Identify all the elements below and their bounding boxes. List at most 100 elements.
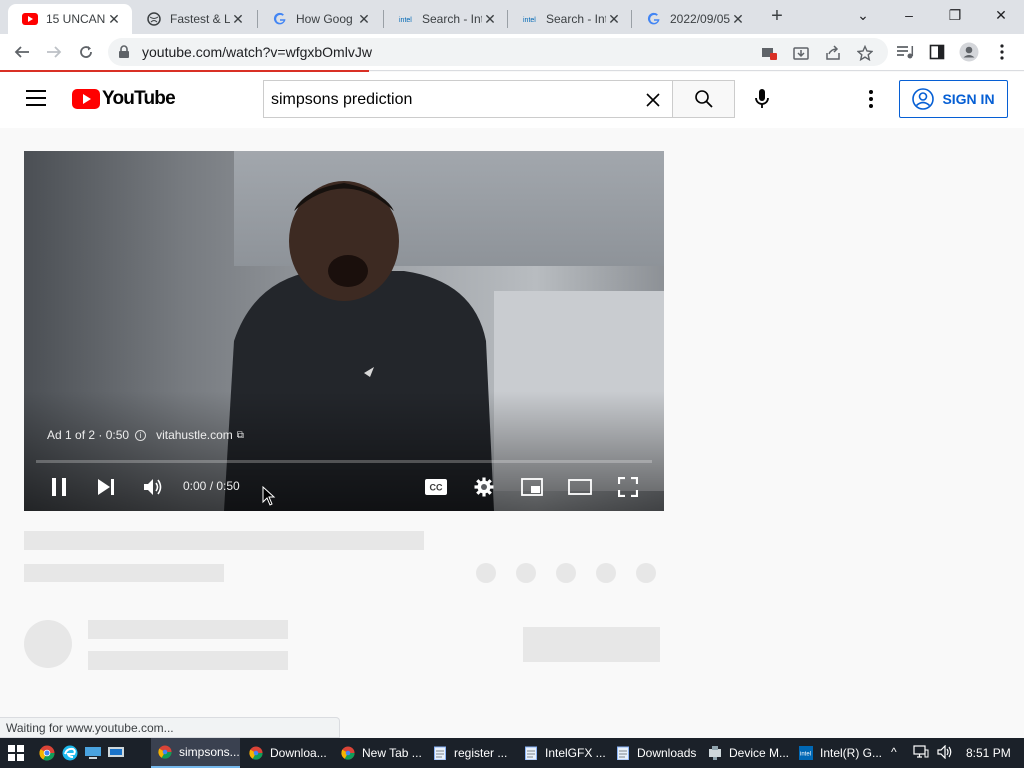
- network-icon[interactable]: [913, 745, 929, 762]
- taskbar-item-device-manager[interactable]: Device M...: [701, 738, 790, 768]
- search-input[interactable]: simpsons prediction: [263, 80, 672, 118]
- youtube-logo[interactable]: YouTube: [72, 88, 176, 110]
- windows-start-icon[interactable]: [8, 745, 24, 761]
- sign-in-label: SIGN IN: [942, 91, 995, 107]
- tab-title: 2022/09/05: [670, 12, 730, 26]
- taskbar-item-label: Intel(R) G...: [820, 746, 883, 760]
- tab-fastest[interactable]: Fastest & L ✕: [132, 4, 256, 34]
- intel-icon: intel: [398, 11, 414, 27]
- taskbar-item-chrome-youtube[interactable]: simpsons...: [151, 738, 240, 768]
- settings-menu-icon[interactable]: [862, 88, 880, 110]
- account-circle-icon: [912, 88, 935, 110]
- miniplayer-button[interactable]: [518, 473, 546, 501]
- ad-domain-link[interactable]: vitahustle.com: [156, 428, 233, 442]
- pause-button[interactable]: [45, 473, 73, 501]
- remote-desktop-icon[interactable]: [106, 743, 126, 763]
- next-button[interactable]: [92, 473, 120, 501]
- close-window-button[interactable]: ✕: [978, 0, 1024, 30]
- speaker-icon[interactable]: [937, 744, 953, 762]
- video-player[interactable]: Ad 1 of 2 · 0:50 i vitahustle.com ⧉ 0:00…: [24, 151, 664, 511]
- edge-icon[interactable]: [60, 743, 80, 763]
- tray-chevron-icon[interactable]: ^: [891, 745, 897, 759]
- taskbar-clock[interactable]: 8:51 PM: [966, 746, 1011, 760]
- taskbar-item-label: New Tab ...: [362, 746, 422, 760]
- close-tab-icon[interactable]: ✕: [482, 11, 498, 27]
- taskbar-item-register[interactable]: register ...: [426, 738, 515, 768]
- title-skeleton: [24, 531, 424, 550]
- restore-button[interactable]: ❐: [932, 0, 978, 30]
- tab-strip: 15 UNCANNY ✕ Fastest & L ✕ How Goog ✕ in…: [0, 0, 1024, 34]
- taskbar-item-downloads-notepad[interactable]: Downloads: [609, 738, 698, 768]
- channel-avatar-skeleton: [24, 620, 72, 668]
- side-panel-icon[interactable]: [927, 42, 947, 62]
- tab-title: 15 UNCANNY: [46, 12, 106, 26]
- tab-title: Fastest & L: [170, 12, 230, 26]
- taskbar-item-label: IntelGFX ...: [545, 746, 606, 760]
- taskbar-item-chrome-downloads[interactable]: Downloa...: [242, 738, 331, 768]
- sign-in-button[interactable]: SIGN IN: [899, 80, 1008, 118]
- youtube-logo-text: YouTube: [102, 88, 176, 109]
- progress-bar[interactable]: [36, 460, 652, 463]
- clear-search-icon[interactable]: [644, 91, 662, 109]
- tab-google-how[interactable]: How Goog ✕: [258, 4, 382, 34]
- youtube-play-icon: [72, 89, 100, 109]
- new-tab-button[interactable]: +: [766, 6, 788, 28]
- ad-info-icon[interactable]: i: [135, 429, 147, 441]
- close-tab-icon[interactable]: ✕: [230, 11, 246, 27]
- action-skeleton: [516, 563, 536, 583]
- external-link-icon: ⧉: [236, 429, 244, 441]
- tab-search-button[interactable]: ⌄: [840, 0, 886, 30]
- tab-intel-search-2[interactable]: intel Search - Int ✕: [508, 4, 632, 34]
- tab-intel-search-1[interactable]: intel Search - Int ✕: [384, 4, 508, 34]
- forward-button[interactable]: [42, 40, 66, 64]
- voice-search-button[interactable]: [748, 85, 776, 113]
- reload-button[interactable]: [74, 40, 98, 64]
- settings-gear-icon: [474, 477, 494, 497]
- tab-google-date[interactable]: 2022/09/05 ✕: [632, 4, 756, 34]
- minimize-button[interactable]: –: [886, 0, 932, 30]
- back-arrow-icon: [14, 46, 29, 58]
- cc-icon: CC: [425, 479, 447, 495]
- chrome-icon[interactable]: [37, 743, 57, 763]
- intel-icon: intel: [798, 745, 814, 761]
- taskbar-item-label: simpsons...: [179, 745, 240, 759]
- settings-button[interactable]: [470, 473, 498, 501]
- device-manager-icon: [707, 745, 723, 761]
- tab-youtube[interactable]: 15 UNCANNY ✕: [8, 4, 132, 34]
- chrome-menu-icon[interactable]: [992, 42, 1012, 62]
- volume-button[interactable]: [139, 473, 167, 501]
- close-tab-icon[interactable]: ✕: [730, 11, 746, 27]
- microphone-icon: [755, 89, 769, 108]
- mouse-cursor-icon: [262, 486, 276, 506]
- this-pc-icon[interactable]: [83, 743, 103, 763]
- forward-arrow-icon: [47, 46, 62, 58]
- browser-toolbar: youtube.com/watch?v=wfgxbOmlvJw: [0, 34, 1024, 71]
- close-tab-icon[interactable]: ✕: [356, 11, 372, 27]
- notepad-icon: [523, 745, 539, 761]
- install-app-icon[interactable]: [792, 44, 810, 62]
- taskbar-item-intel-graphics[interactable]: intel Intel(R) G...: [792, 738, 882, 768]
- bookmark-star-icon[interactable]: [856, 44, 874, 62]
- search-query-text: simpsons prediction: [271, 91, 413, 108]
- share-icon[interactable]: [824, 44, 842, 62]
- subtitles-button[interactable]: CC: [422, 473, 450, 501]
- theater-mode-button[interactable]: [566, 473, 594, 501]
- address-bar[interactable]: youtube.com/watch?v=wfgxbOmlvJw: [108, 38, 888, 66]
- back-button[interactable]: [10, 40, 34, 64]
- notepad-icon: [432, 745, 448, 761]
- search-button[interactable]: [672, 80, 735, 118]
- close-tab-icon[interactable]: ✕: [106, 11, 122, 27]
- media-controls-icon[interactable]: [895, 42, 915, 62]
- tab-title: How Goog: [296, 12, 353, 26]
- blocked-popup-icon[interactable]: [760, 44, 778, 62]
- fullscreen-button[interactable]: [614, 473, 642, 501]
- close-tab-icon[interactable]: ✕: [606, 11, 622, 27]
- action-skeleton: [596, 563, 616, 583]
- taskbar-item-intelgfx[interactable]: IntelGFX ...: [517, 738, 606, 768]
- chrome-icon: [248, 745, 264, 761]
- channel-name-skeleton: [88, 620, 288, 639]
- taskbar-item-chrome-newtab[interactable]: New Tab ...: [334, 738, 423, 768]
- taskbar-item-label: Downloads: [637, 746, 697, 760]
- profile-avatar-icon[interactable]: [959, 42, 979, 62]
- guide-menu-icon[interactable]: [26, 90, 46, 106]
